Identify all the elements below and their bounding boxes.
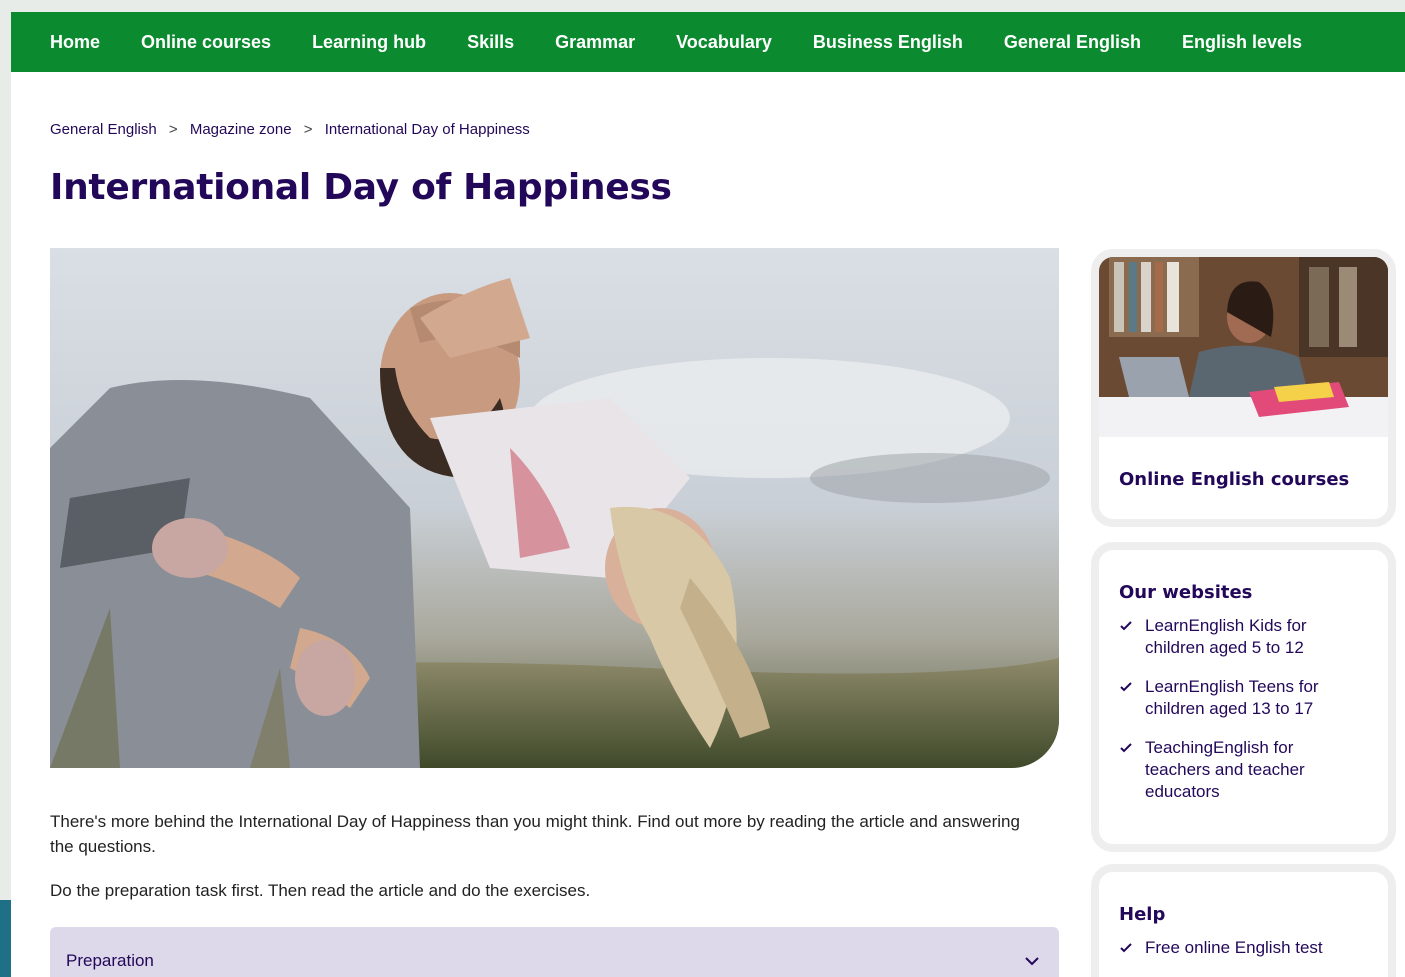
help-list: Free online English test [1119, 937, 1388, 959]
checkmark-icon [1120, 743, 1132, 753]
link-learnenglish-teens[interactable]: LearnEnglish Teens for children aged 13 … [1145, 676, 1345, 720]
woman-studying-image [1099, 257, 1388, 437]
list-item: Free online English test [1119, 937, 1388, 959]
list-item: LearnEnglish Kids for children aged 5 to… [1119, 615, 1388, 659]
browser-page: Home Online courses Learning hub Skills … [11, 12, 1405, 977]
nav-item-home[interactable]: Home [50, 32, 100, 53]
help-title: Help [1119, 904, 1166, 925]
online-courses-card[interactable]: Online English courses [1091, 249, 1396, 527]
nav-item-general-english[interactable]: General English [1004, 32, 1141, 53]
nav-item-vocabulary[interactable]: Vocabulary [676, 32, 772, 53]
hero-photo-father-daughter [50, 248, 1059, 768]
preparation-accordion[interactable]: Preparation [50, 927, 1059, 977]
checkmark-icon [1120, 943, 1132, 953]
websites-list: LearnEnglish Kids for children aged 5 to… [1119, 615, 1388, 803]
our-websites-card: Our websites LearnEnglish Kids for child… [1091, 542, 1396, 852]
instruction-paragraph: Do the preparation task first. Then read… [50, 881, 591, 900]
breadcrumb-separator: > [168, 121, 178, 138]
breadcrumb-current: International Day of Happiness [324, 121, 530, 138]
accordion-label: Preparation [66, 951, 154, 970]
nav-item-skills[interactable]: Skills [467, 32, 514, 53]
nav-item-english-levels[interactable]: English levels [1182, 32, 1302, 53]
breadcrumb-separator: > [303, 121, 313, 138]
checkmark-icon [1120, 621, 1132, 631]
nav-item-online-courses[interactable]: Online courses [141, 32, 271, 53]
hero-image [50, 248, 1059, 768]
link-free-english-test[interactable]: Free online English test [1145, 937, 1345, 959]
nav-item-business-english[interactable]: Business English [813, 32, 963, 53]
breadcrumb-link-general-english[interactable]: General English [50, 121, 157, 138]
link-learnenglish-kids[interactable]: LearnEnglish Kids for children aged 5 to… [1145, 615, 1345, 659]
list-item: LearnEnglish Teens for children aged 13 … [1119, 676, 1388, 720]
link-teachingenglish[interactable]: TeachingEnglish for teachers and teacher… [1145, 737, 1345, 803]
online-courses-title[interactable]: Online English courses [1119, 469, 1349, 490]
chevron-down-icon [1025, 957, 1039, 966]
intro-paragraph: There's more behind the International Da… [50, 812, 1020, 856]
breadcrumb: General English > Magazine zone > Intern… [50, 121, 530, 138]
list-item: TeachingEnglish for teachers and teacher… [1119, 737, 1388, 803]
checkmark-icon [1120, 682, 1132, 692]
breadcrumb-link-magazine-zone[interactable]: Magazine zone [190, 121, 292, 138]
nav-item-learning-hub[interactable]: Learning hub [312, 32, 426, 53]
nav-item-grammar[interactable]: Grammar [555, 32, 635, 53]
main-nav: Home Online courses Learning hub Skills … [11, 12, 1405, 72]
our-websites-title: Our websites [1119, 582, 1253, 603]
page-title: International Day of Happiness [50, 167, 672, 208]
help-card: Help Free online English test [1091, 864, 1396, 977]
decorative-edge [0, 900, 11, 977]
